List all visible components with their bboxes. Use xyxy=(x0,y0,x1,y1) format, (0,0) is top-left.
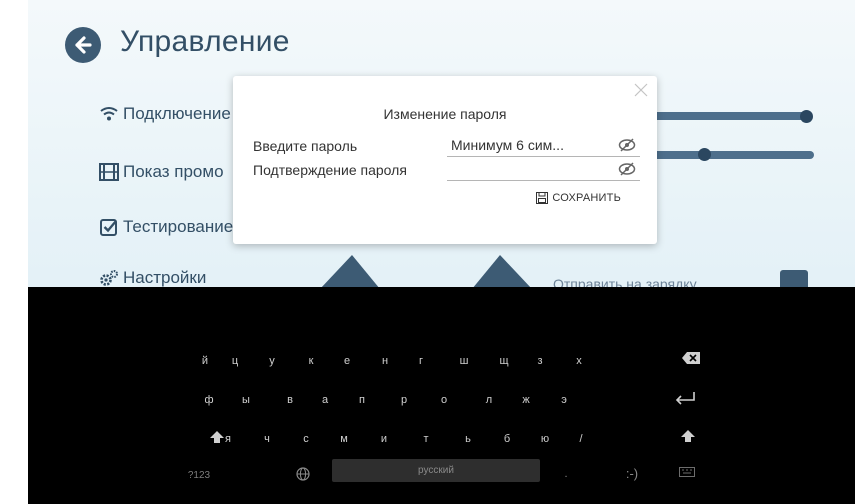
enter-icon[interactable] xyxy=(674,391,696,405)
key-2-8[interactable]: л xyxy=(474,393,504,407)
eye-off-icon[interactable] xyxy=(618,162,636,176)
password-field-wrap xyxy=(447,136,640,157)
key-3-8[interactable]: б xyxy=(492,432,522,446)
key-2-2[interactable]: ы xyxy=(231,393,261,407)
confirm-password-label: Подтверждение пароля xyxy=(253,162,407,178)
film-icon xyxy=(98,163,120,181)
key-1-7[interactable]: г xyxy=(406,354,436,368)
key-3-1[interactable]: я xyxy=(213,432,243,446)
slider-knob-2[interactable] xyxy=(698,148,711,161)
key-1-5[interactable]: е xyxy=(332,354,362,368)
key-2-6[interactable]: р xyxy=(389,393,419,407)
password-label: Введите пароль xyxy=(253,138,358,154)
key-3-2[interactable]: ч xyxy=(252,432,282,446)
onscreen-keyboard: й ц у к е н г ш щ з х ф ы в а п р о л ж … xyxy=(28,287,855,504)
slider-track-2[interactable] xyxy=(648,151,814,159)
wifi-icon xyxy=(98,105,120,123)
eye-off-icon[interactable] xyxy=(618,138,636,152)
key-1-11[interactable]: х xyxy=(564,354,594,368)
menu-item-label: Тестирование xyxy=(123,217,234,236)
key-3-7[interactable]: ь xyxy=(453,432,483,446)
arrow-left-nav-icon[interactable] xyxy=(320,255,380,289)
key-1-4[interactable]: к xyxy=(296,354,326,368)
key-3-3[interactable]: с xyxy=(291,432,321,446)
key-1-2[interactable]: ц xyxy=(220,354,250,368)
key-2-10[interactable]: э xyxy=(549,393,579,407)
key-3-5[interactable]: и xyxy=(369,432,399,446)
key-period[interactable]: . xyxy=(551,467,581,481)
menu-item-settings[interactable]: Настройки xyxy=(98,268,206,288)
key-2-3[interactable]: в xyxy=(275,393,305,407)
save-label: СОХРАНИТЬ xyxy=(552,192,621,204)
key-3-9[interactable]: ю xyxy=(530,432,560,446)
key-symbols[interactable]: ?123 xyxy=(179,469,219,483)
gears-icon xyxy=(98,269,120,287)
key-2-7[interactable]: о xyxy=(429,393,459,407)
key-2-5[interactable]: п xyxy=(347,393,377,407)
key-3-10[interactable]: / xyxy=(566,432,596,446)
key-1-10[interactable]: з xyxy=(525,354,555,368)
save-button[interactable]: СОХРАНИТЬ xyxy=(536,192,621,204)
key-2-4[interactable]: а xyxy=(310,393,340,407)
key-2-9[interactable]: ж xyxy=(511,393,541,407)
key-2-1[interactable]: ф xyxy=(194,393,224,407)
change-password-dialog: Изменение пароля Введите пароль Подтверж… xyxy=(233,76,657,244)
back-button[interactable] xyxy=(65,27,101,63)
keyboard-hide-icon[interactable] xyxy=(679,467,695,479)
menu-item-promo[interactable]: Показ промо xyxy=(98,162,224,182)
close-icon[interactable] xyxy=(633,82,649,98)
key-1-9[interactable]: щ xyxy=(489,354,519,368)
dialog-title: Изменение пароля xyxy=(383,106,507,122)
slider-track-1[interactable] xyxy=(638,112,808,120)
menu-item-connection[interactable]: Подключение xyxy=(98,104,231,124)
password-input[interactable] xyxy=(451,137,611,153)
backspace-icon[interactable] xyxy=(681,351,701,365)
key-1-8[interactable]: ш xyxy=(449,354,479,368)
menu-item-label: Показ промо xyxy=(123,162,224,181)
arrow-right-nav-icon[interactable] xyxy=(472,255,532,289)
key-1-6[interactable]: н xyxy=(370,354,400,368)
key-emoji[interactable]: :-) xyxy=(617,467,647,481)
shift-right-icon[interactable] xyxy=(681,430,695,442)
key-1-3[interactable]: у xyxy=(257,354,287,368)
checkbox-icon xyxy=(98,218,120,236)
key-3-4[interactable]: м xyxy=(329,432,359,446)
page-title: Управление xyxy=(120,25,290,58)
confirm-password-input[interactable] xyxy=(451,161,611,177)
menu-item-testing[interactable]: Тестирование xyxy=(98,217,233,237)
menu-item-label: Настройки xyxy=(123,268,207,287)
slider-knob-1[interactable] xyxy=(800,110,813,123)
menu-item-label: Подключение xyxy=(123,104,231,123)
key-1-1[interactable]: й xyxy=(190,354,220,368)
floppy-icon xyxy=(536,192,549,204)
space-key[interactable]: русский xyxy=(332,459,540,482)
arrow-left-icon xyxy=(75,36,92,54)
key-3-6[interactable]: т xyxy=(411,432,441,446)
confirm-field-wrap xyxy=(447,160,640,181)
globe-icon[interactable] xyxy=(296,467,310,481)
